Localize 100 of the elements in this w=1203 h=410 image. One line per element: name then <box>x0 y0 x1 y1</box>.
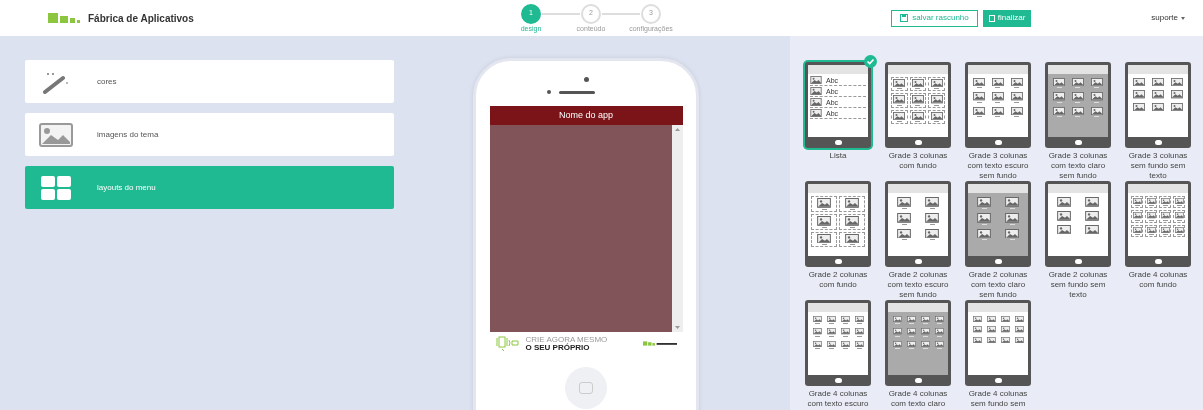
image-icon <box>854 328 864 335</box>
image-icon <box>1010 92 1023 101</box>
image-icon <box>892 328 902 335</box>
image-icon <box>810 76 822 84</box>
phone-signal-icon <box>495 335 522 352</box>
layout-thumbnail[interactable] <box>965 62 1031 148</box>
image-icon <box>1170 90 1183 99</box>
image-icon <box>892 316 902 323</box>
image-icon <box>1146 212 1156 219</box>
header-bar <box>808 184 868 193</box>
image-icon <box>1146 198 1156 205</box>
square-icon <box>988 14 995 22</box>
layout-thumbnail[interactable] <box>885 62 951 148</box>
header-bar <box>1048 184 1108 193</box>
image-icon <box>812 340 822 347</box>
logo-icon <box>642 341 677 346</box>
image-icon <box>840 316 850 323</box>
image-icon <box>1072 106 1084 116</box>
layout-label: Grade 3 colunas com texto claro sem fundo <box>1047 151 1109 181</box>
image-icon <box>906 316 916 323</box>
layout-label: Lista <box>828 151 848 161</box>
layout-thumbnail[interactable] <box>1125 181 1191 267</box>
image-icon <box>1132 212 1142 219</box>
image-icon <box>817 233 831 244</box>
header-bar <box>1128 65 1188 74</box>
image-icon <box>1090 106 1103 116</box>
image-icon <box>1085 210 1099 221</box>
image-icon <box>986 336 996 343</box>
image-icon <box>1133 102 1146 112</box>
layout-thumbnail[interactable] <box>1045 62 1111 148</box>
layout-thumbnail[interactable] <box>965 181 1031 267</box>
layout-thumbnail[interactable] <box>885 300 951 386</box>
save-draft-button[interactable]: salvar rascunho <box>891 9 978 27</box>
header-bar <box>808 303 868 312</box>
image-icon <box>1174 198 1184 205</box>
image-icon <box>1133 90 1146 99</box>
image-icon <box>810 109 822 117</box>
image-icon <box>1000 326 1010 333</box>
image-icon <box>1014 336 1024 343</box>
image-icon <box>845 233 859 244</box>
layout-label: Grade 3 colunas com fundo <box>887 151 949 171</box>
image-icon <box>972 316 982 323</box>
layout-thumbnail[interactable] <box>885 181 951 267</box>
image-icon <box>810 87 822 95</box>
image-icon <box>1090 92 1103 101</box>
image-icon <box>925 228 939 239</box>
image-icon <box>986 326 996 333</box>
menu-item[interactable]: layouts do menu <box>25 166 394 209</box>
layout-label: Grade 2 colunas com texto escuro sem fundo <box>886 270 950 300</box>
layout-label: Grade 2 colunas sem fundo sem texto <box>1047 270 1109 300</box>
image-icon <box>972 326 982 333</box>
image-icon <box>1057 197 1071 207</box>
image-icon <box>1133 78 1146 87</box>
layout-thumbnail[interactable] <box>805 181 871 267</box>
image-icon <box>1057 224 1071 235</box>
image-icon <box>1170 102 1183 112</box>
image-icon <box>817 215 831 226</box>
image-icon <box>1152 90 1164 99</box>
image-icon <box>1174 212 1184 219</box>
image-icon <box>1053 78 1066 87</box>
image-icon <box>817 198 831 208</box>
logo-icon <box>48 13 82 23</box>
image-icon <box>1014 316 1024 323</box>
layout-label: Grade 3 colunas sem fundo sem texto <box>1127 151 1189 181</box>
image-icon <box>925 197 939 207</box>
image-icon <box>1005 228 1019 239</box>
image-icon <box>1057 210 1071 221</box>
image-icon <box>1005 197 1019 207</box>
image-icon <box>840 340 850 347</box>
finish-button[interactable]: finalizar <box>982 9 1032 27</box>
header-bar <box>888 184 948 193</box>
image-icon <box>1090 78 1103 87</box>
image-icon <box>930 79 943 88</box>
image-icon <box>840 328 850 335</box>
image-icon <box>892 340 902 347</box>
menu-item[interactable]: imagens do tema <box>25 113 394 156</box>
image-icon <box>1160 198 1170 205</box>
image-icon <box>973 106 986 116</box>
image-icon <box>845 215 859 226</box>
grid-icon <box>41 175 71 200</box>
image-icon <box>1085 197 1099 207</box>
image-icon <box>992 78 1004 87</box>
image-icon <box>1160 226 1170 233</box>
image-icon <box>1072 78 1084 87</box>
image-icon <box>992 106 1004 116</box>
header-bar <box>888 303 948 312</box>
user-menu[interactable]: suporte <box>1151 12 1185 24</box>
image-icon <box>912 95 924 104</box>
layout-thumbnail[interactable] <box>1045 181 1111 267</box>
header-bar <box>1048 65 1108 74</box>
image-icon <box>897 197 911 207</box>
layout-thumbnail[interactable] <box>1125 62 1191 148</box>
layout-thumbnail[interactable] <box>965 300 1031 386</box>
image-icon <box>1014 326 1024 333</box>
image-icon <box>920 340 930 347</box>
image-icon <box>893 79 906 88</box>
image-icon <box>39 122 73 147</box>
layout-thumbnail[interactable] <box>805 300 871 386</box>
menu-item[interactable]: cores <box>25 60 394 103</box>
image-icon <box>920 328 930 335</box>
